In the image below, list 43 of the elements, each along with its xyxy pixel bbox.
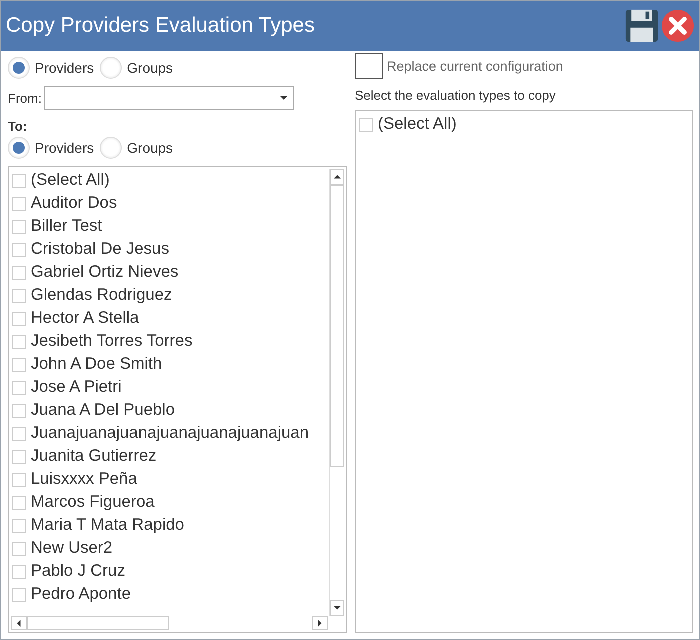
vertical-scrollbar[interactable]: [329, 169, 344, 616]
radio-button[interactable]: [8, 137, 30, 159]
list-item[interactable]: Marcos Figueroa: [31, 493, 155, 512]
list-item[interactable]: Maria T Mata Rapido: [31, 516, 184, 535]
list-item[interactable]: New User2: [31, 539, 113, 558]
radio-label: Groups: [127, 140, 174, 156]
radio-label: Groups: [127, 60, 174, 76]
left-arrow-icon[interactable]: [17, 620, 21, 626]
list-item[interactable]: Gabriel Ortiz Nieves: [31, 263, 179, 282]
radio-label: Providers: [35, 60, 94, 76]
to-label: To:: [8, 119, 28, 134]
close-icon[interactable]: [661, 9, 695, 43]
save-icon[interactable]: [625, 9, 659, 43]
list-item[interactable]: Juana A Del Pueblo: [31, 401, 176, 420]
caret-icon: [280, 96, 288, 100]
list-item[interactable]: John A Doe Smith: [31, 355, 162, 374]
list-item[interactable]: Hector A Stella: [31, 309, 140, 328]
list-item[interactable]: Pablo J Cruz: [31, 562, 126, 581]
list-item[interactable]: Biller Test: [31, 217, 102, 236]
down-arrow-icon[interactable]: [334, 606, 340, 610]
list-item[interactable]: Auditor Dos: [31, 194, 118, 213]
list-item[interactable]: Luisxxxx Peña: [31, 470, 138, 489]
list-item[interactable]: (Select All): [378, 115, 457, 134]
radio-button[interactable]: [100, 57, 122, 79]
window-title: Copy Providers Evaluation Types: [6, 14, 315, 38]
list-item[interactable]: Cristobal De Jesus: [31, 240, 170, 259]
section-label: Select the evaluation types to copy: [355, 88, 557, 103]
list-item[interactable]: Glendas Rodriguez: [31, 286, 172, 305]
up-arrow-icon[interactable]: [334, 175, 340, 179]
list-item[interactable]: (Select All): [31, 171, 110, 190]
from-label: From:: [8, 90, 42, 106]
radio-button[interactable]: [8, 57, 30, 79]
right-arrow-icon[interactable]: [318, 620, 322, 626]
list-item[interactable]: Pedro Aponte: [31, 585, 131, 604]
list-item[interactable]: Jose A Pietri: [31, 378, 122, 397]
list-item[interactable]: Juanajuanajuanajuanajuanajuanajuan: [31, 424, 310, 443]
radio-label: Providers: [35, 140, 94, 156]
checkbox-label: Replace current configuration: [387, 58, 564, 74]
checkbox[interactable]: [355, 53, 383, 79]
list-item[interactable]: Jesibeth Torres Torres: [31, 332, 193, 351]
radio-button[interactable]: [100, 137, 122, 159]
list-item[interactable]: Juanita Gutierrez: [31, 447, 157, 466]
from-dropdown[interactable]: [44, 86, 294, 110]
